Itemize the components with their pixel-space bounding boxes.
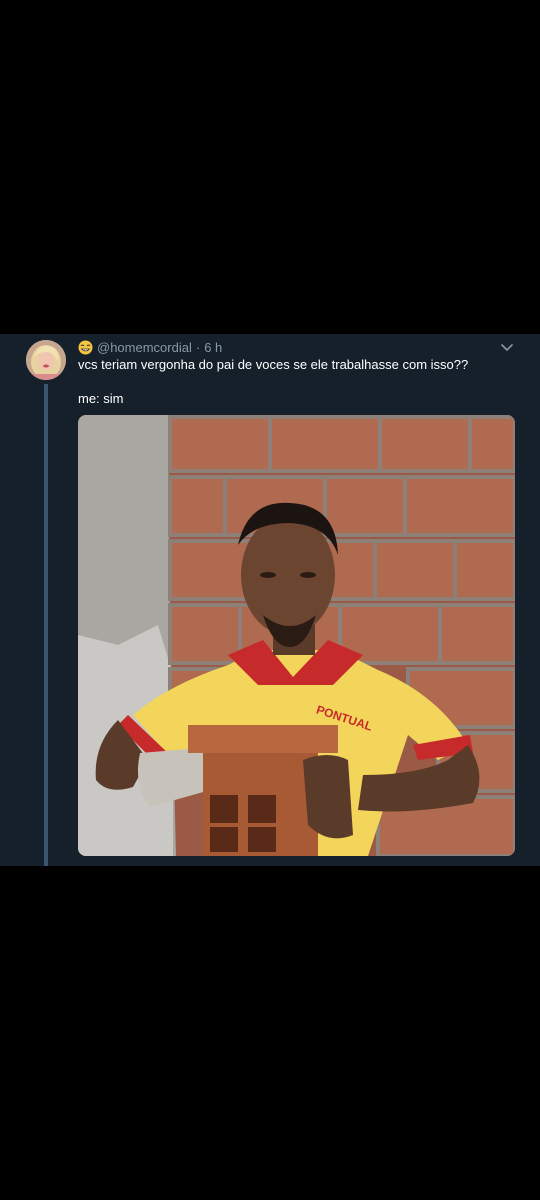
chevron-down-icon[interactable]: [498, 338, 516, 356]
photo-bricklayer-illustration: PONTUAL: [78, 415, 515, 856]
tweet-header: @homemcordial · 6 h: [78, 338, 222, 356]
thread-connector-line: [44, 384, 48, 866]
smiling-face-emoji-icon: [78, 340, 93, 355]
tweet-timestamp[interactable]: 6 h: [204, 340, 222, 355]
tweet-text-line: me: sim: [78, 391, 124, 406]
header-separator: ·: [195, 339, 201, 355]
tweet-card[interactable]: @homemcordial · 6 h vcs teriam vergonha …: [0, 334, 540, 866]
tweet-text-line: vcs teriam vergonha do pai de voces se e…: [78, 357, 469, 372]
tweet-photo[interactable]: PONTUAL: [78, 415, 515, 856]
screen: @homemcordial · 6 h vcs teriam vergonha …: [0, 0, 540, 1200]
user-handle[interactable]: @homemcordial: [97, 340, 192, 355]
profile-avatar[interactable]: [26, 340, 66, 380]
